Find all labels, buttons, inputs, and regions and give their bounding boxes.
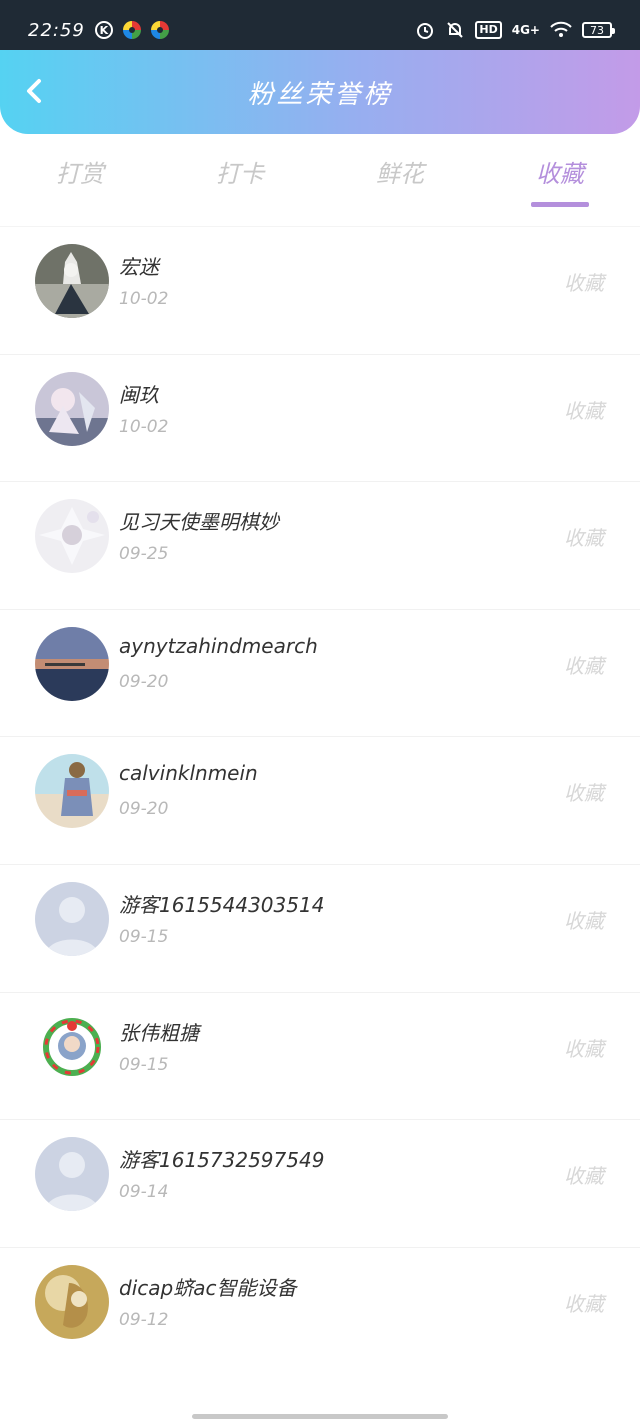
k-circle-icon: K — [94, 21, 113, 39]
favorite-label: 收藏 — [564, 398, 604, 423]
date-label: 09-12 — [119, 1309, 169, 1330]
user-name: 张伟粗搪 — [119, 1020, 199, 1045]
user-name: 宏迷 — [119, 255, 159, 279]
mute-bell-icon — [447, 22, 464, 38]
home-indicator — [192, 1414, 448, 1419]
fan-list: 宏迷 10-02 收藏 闽玖 10-02 收藏 见习天使墨明棋妙 09-25 收… — [0, 226, 640, 1374]
app-icon — [122, 21, 141, 39]
list-item[interactable]: 游客1615732597549 09-14 收藏 — [0, 1119, 640, 1247]
date-label: 09-20 — [119, 671, 169, 692]
date-label: 10-02 — [119, 289, 169, 309]
avatar — [35, 499, 109, 574]
tab-bar: 打赏 打卡 鲜花 收藏 — [0, 150, 640, 207]
favorite-label: 收藏 — [564, 1164, 604, 1189]
avatar — [35, 1264, 109, 1339]
default-user-avatar — [35, 1137, 109, 1212]
list-item[interactable]: 见习天使墨明棋妙 09-25 收藏 — [0, 481, 640, 609]
list-item[interactable]: 张伟粗搪 09-15 收藏 — [0, 991, 640, 1120]
user-name: 游客1615732597549 — [119, 1148, 325, 1173]
user-name: 游客1615544303514 — [119, 892, 325, 917]
user-name: dicap蛴ac智能设备 — [119, 1275, 297, 1300]
date-label: 09-14 — [119, 1182, 169, 1203]
page-title: 粉丝荣誉榜 — [247, 79, 393, 110]
list-item[interactable]: 游客1615544303514 09-15 收藏 — [0, 863, 640, 992]
date-label: 10-02 — [119, 416, 169, 437]
favorite-label: 收藏 — [564, 526, 604, 551]
favorite-label: 收藏 — [564, 271, 604, 295]
user-name: 闽玖 — [119, 382, 159, 407]
signal-icon: 4G+ — [511, 23, 540, 37]
user-name: aynytzahindmearch — [119, 633, 318, 658]
list-item[interactable]: 宏迷 10-02 收藏 — [0, 226, 640, 354]
favorite-label: 收藏 — [564, 653, 604, 678]
default-user-avatar — [35, 881, 109, 956]
tab-checkin[interactable]: 打卡 — [180, 150, 300, 189]
tab-favorites[interactable]: 收藏 — [500, 150, 620, 207]
date-label: 09-15 — [119, 1054, 169, 1075]
list-item[interactable]: dicap蛴ac智能设备 09-12 收藏 — [0, 1246, 640, 1375]
alarm-icon — [417, 23, 434, 39]
status-time: 22:59 — [28, 19, 85, 41]
favorite-label: 收藏 — [564, 908, 604, 933]
date-label: 09-15 — [119, 926, 169, 947]
avatar — [35, 626, 109, 701]
avatar — [35, 371, 109, 446]
battery-icon: 73 — [582, 22, 615, 38]
list-item[interactable]: calvinklnmein 09-20 收藏 — [0, 736, 640, 864]
hd-icon: HD — [475, 21, 502, 39]
date-label: 09-20 — [119, 799, 169, 820]
status-left: 22:59 K — [28, 20, 169, 41]
user-name: 见习天使墨明棋妙 — [119, 510, 279, 535]
avatar — [35, 754, 109, 829]
user-name: calvinklnmein — [119, 761, 258, 786]
app-icon — [150, 21, 169, 39]
list-item[interactable]: 闽玖 10-02 收藏 — [0, 353, 640, 482]
favorite-label: 收藏 — [564, 781, 604, 806]
date-label: 09-25 — [119, 544, 169, 565]
favorite-label: 收藏 — [564, 1036, 604, 1061]
favorite-label: 收藏 — [564, 1291, 604, 1316]
avatar — [35, 1009, 109, 1084]
avatar — [35, 244, 109, 318]
list-item[interactable]: aynytzahindmearch 09-20 收藏 — [0, 608, 640, 737]
tab-reward[interactable]: 打赏 — [20, 150, 140, 189]
wifi-icon — [550, 21, 572, 37]
status-right: HD 4G+ 73 — [415, 20, 615, 40]
tab-flowers[interactable]: 鲜花 — [340, 150, 460, 189]
app-header: 粉丝荣誉榜 — [0, 50, 640, 134]
chevron-left-icon[interactable] — [20, 76, 50, 106]
